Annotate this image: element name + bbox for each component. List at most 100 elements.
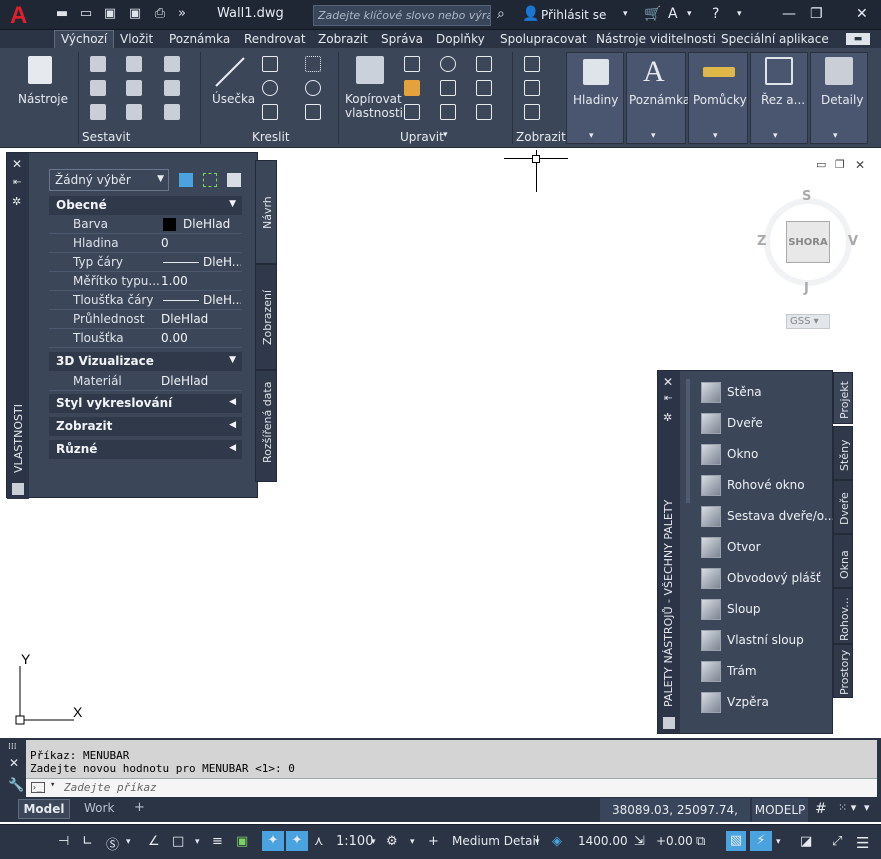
help-icon[interactable]: ? (712, 6, 719, 22)
panel-modify-expand-icon[interactable]: ▾ (443, 130, 448, 140)
category-view[interactable]: Zobrazit ◀ (49, 417, 242, 436)
window-tool-icon[interactable] (701, 444, 721, 465)
tab-project[interactable]: Projekt (833, 372, 853, 424)
category-plotstyle[interactable]: Styl vykreslování ◀ (49, 394, 242, 413)
column-tool-icon[interactable] (90, 80, 106, 96)
tab-view[interactable]: Zobrazit (318, 31, 368, 47)
line-icon[interactable] (214, 56, 246, 88)
erase-icon[interactable] (404, 80, 420, 96)
acceleration-dropdown-icon[interactable]: ▾ (776, 837, 781, 847)
save-as-icon[interactable]: ▣ (127, 6, 143, 22)
command-grip-icon[interactable]: ⁞⁞⁞ (8, 742, 17, 752)
prop-row-color[interactable]: Barva DleHlad (49, 215, 242, 234)
point-icon[interactable] (305, 56, 321, 72)
offset-icon[interactable] (440, 104, 456, 120)
beam-tool-icon[interactable] (701, 661, 721, 682)
annotation-scale-value[interactable]: 1:100 (336, 834, 373, 849)
object-snap-icon[interactable]: □ (172, 834, 184, 849)
quick-select-icon[interactable] (227, 173, 241, 187)
rotate-icon[interactable] (440, 56, 456, 72)
palette-settings-icon[interactable]: ✲ (663, 411, 672, 424)
viewport-close-icon[interactable]: ✕ (855, 158, 865, 172)
ortho-icon[interactable]: ⊣ (58, 834, 69, 849)
wall-tool-label[interactable]: Stěna (727, 385, 762, 399)
annotation-expand-icon[interactable]: ▾ (651, 129, 656, 143)
details-expand-icon[interactable]: ▾ (833, 129, 838, 143)
annotation-scale-icon[interactable]: ⋏ (314, 834, 324, 849)
stair-tool-icon[interactable] (164, 104, 180, 120)
copy-properties-icon[interactable] (356, 56, 384, 84)
viewcube-top-face[interactable]: SHORA (786, 221, 830, 263)
viewport-restore-icon[interactable]: ❐ (835, 158, 845, 171)
ellipse-icon[interactable] (305, 80, 321, 96)
viewcube-west[interactable]: Z (757, 234, 766, 249)
offset-icon[interactable]: ⇲ (634, 834, 645, 849)
search-icon[interactable]: ⌕ (497, 6, 505, 22)
new-file-icon[interactable]: ▬ (54, 6, 70, 22)
polyline-icon[interactable] (262, 56, 278, 72)
tab-work-layout[interactable]: Work (84, 801, 114, 815)
slab-tool-icon[interactable] (164, 80, 180, 96)
isodraft-icon[interactable]: Ⓢ (106, 834, 119, 853)
auto-scale-icon[interactable]: ✦ (286, 831, 308, 851)
category-general[interactable]: Obecné ▼ (49, 196, 242, 215)
palette-autohide-icon[interactable]: ⇤ (13, 177, 21, 188)
details-panel[interactable]: Detaily ▾ (810, 52, 868, 144)
isolate-icon[interactable] (524, 104, 540, 120)
prop-row-lineweight[interactable]: Tloušťka čáry DleH... (49, 291, 242, 310)
copy-properties-button[interactable]: Kopírovat (345, 92, 402, 106)
tab-visibility-tools[interactable]: Nástroje viditelnosti (596, 31, 716, 47)
add-icon[interactable]: + (428, 834, 439, 849)
opening-tool-label[interactable]: Otvor (727, 540, 761, 554)
panel-modify-label[interactable]: Upravit (400, 130, 444, 144)
palette-close-icon[interactable]: ✕ (663, 375, 673, 389)
prop-row-layer[interactable]: Hladina 0 (49, 234, 242, 253)
scale-dropdown-icon[interactable]: ▾ (371, 837, 376, 847)
polar-tracking-icon[interactable]: ∟ (82, 834, 93, 849)
column-tool-label[interactable]: Sloup (727, 602, 761, 616)
model-space-toggle[interactable]: MODELP (752, 798, 808, 822)
tab-addins[interactable]: Doplňky (436, 31, 485, 47)
offset-value[interactable]: +0.00 (656, 834, 693, 848)
more-quick-access-icon[interactable]: » (174, 6, 190, 22)
tab-collaborate[interactable]: Spolupracovat (500, 31, 587, 47)
fullscreen-icon[interactable]: ⤢ (832, 834, 842, 849)
curtain-wall-tool-label[interactable]: Obvodový plášť (727, 571, 821, 585)
ribbon-minimize-icon[interactable]: ▬ (846, 33, 870, 45)
tab-windows[interactable]: Okna (833, 534, 853, 588)
prop-row-ltscale[interactable]: Měřítko typu... 1.00 (49, 272, 242, 291)
custom-column-tool-label[interactable]: Vlastní sloup (727, 633, 804, 647)
curtain-wall-tool-icon[interactable] (701, 568, 721, 589)
fillet-icon[interactable] (476, 56, 492, 72)
palette-close-icon[interactable]: ✕ (12, 157, 22, 171)
column-tool-icon[interactable] (701, 599, 721, 620)
viewport-minimize-icon[interactable]: ▭ (816, 158, 826, 171)
search-input[interactable]: Zadejte klíčové slovo nebo výraz. (313, 5, 491, 26)
select-objects-icon[interactable] (203, 173, 217, 187)
beam-tool-label[interactable]: Trám (727, 664, 757, 678)
hardware-acceleration-icon[interactable]: ⚡ (750, 831, 772, 851)
array-icon[interactable] (476, 104, 492, 120)
palette-icon[interactable] (663, 717, 675, 729)
door-window-assembly-tool-label[interactable]: Sestava dveře/o... (727, 509, 835, 523)
tab-insert[interactable]: Vložit (120, 31, 153, 47)
window-tool-icon[interactable] (90, 104, 106, 120)
workspace-gear-icon[interactable]: ⚙ (386, 834, 398, 849)
tab-doors[interactable]: Dveře (833, 480, 853, 534)
layers-panel[interactable]: Hladiny ▾ (566, 52, 624, 144)
corner-window-tool-icon[interactable] (701, 475, 721, 496)
recent-commands-icon[interactable]: ▾ (50, 780, 55, 790)
door-window-assembly-tool-icon[interactable] (701, 506, 721, 527)
space-tool-icon[interactable] (126, 104, 142, 120)
elevation-value[interactable]: 1400.00 (578, 834, 628, 848)
opening-tool-icon[interactable] (701, 537, 721, 558)
snap-icon[interactable]: ⁙ ▾ (838, 801, 856, 814)
tools-icon[interactable] (28, 56, 52, 84)
section-panel[interactable]: Řez a... ▾ (750, 52, 808, 144)
copy-icon[interactable] (404, 104, 420, 120)
lineweight-icon[interactable]: ≡ (212, 834, 223, 849)
coordinates-display[interactable]: 38089.03, 25097.74, 0.00 (600, 798, 750, 841)
move-icon[interactable] (404, 56, 420, 72)
tab-model[interactable]: Model (18, 799, 70, 819)
elevation-icon[interactable]: ◈ (552, 834, 562, 849)
